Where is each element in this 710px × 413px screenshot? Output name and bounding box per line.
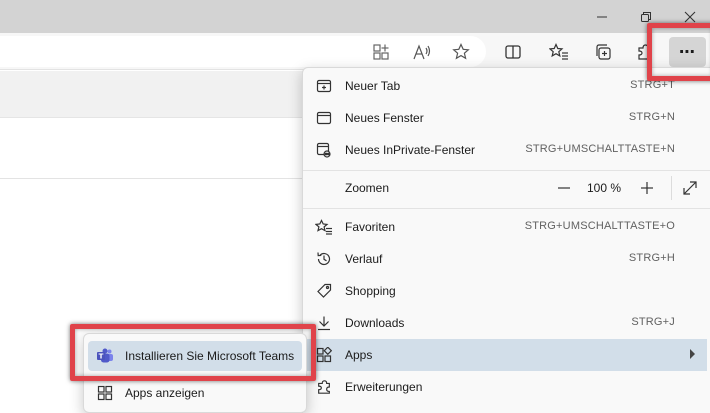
menu-item-label: Erweiterungen <box>345 380 423 394</box>
restore-icon[interactable] <box>626 4 666 30</box>
menu-item-shortcut: STRG+J <box>631 316 675 328</box>
menu-item-label: Neuer Tab <box>345 79 401 93</box>
page-divider <box>0 178 302 179</box>
menu-item-extensions[interactable]: Erweiterungen <box>303 371 710 403</box>
menu-item-label: Favoriten <box>345 220 396 234</box>
shopping-tag-icon <box>315 282 333 300</box>
menu-item-zoom: Zoomen 100 % <box>303 172 710 204</box>
zoom-out-button[interactable] <box>555 179 573 197</box>
submenu-item-view-apps[interactable]: Apps anzeigen <box>88 378 302 408</box>
menu-item-shortcut: STRG+N <box>628 111 675 123</box>
new-window-icon <box>315 109 333 127</box>
title-bar <box>0 0 710 33</box>
menu-item-shortcut: STRG+UMSCHALTTASTE+N <box>525 143 675 155</box>
menu-item-label: Apps <box>345 348 373 362</box>
submenu-item-label: Apps anzeigen <box>125 386 205 400</box>
extensions-icon <box>315 378 333 396</box>
menu-item-new-tab[interactable]: Neuer Tab STRG+T <box>303 70 710 102</box>
menu-item-label: Shopping <box>345 284 396 298</box>
minimize-icon[interactable] <box>582 4 622 30</box>
apps-grid-icon <box>96 384 114 402</box>
menu-item-label: Neues InPrivate-Fenster <box>345 143 476 157</box>
menu-item-shopping[interactable]: Shopping <box>303 275 710 307</box>
teams-icon: T <box>96 347 114 365</box>
zoom-in-button[interactable] <box>638 179 656 197</box>
close-icon[interactable] <box>670 4 710 30</box>
fullscreen-expand-icon[interactable] <box>681 179 699 197</box>
settings-and-more-button[interactable]: ⋯ <box>669 37 706 67</box>
menu-separator <box>303 170 710 171</box>
extensions-icon[interactable] <box>632 39 658 65</box>
menu-item-label: Downloads <box>345 316 405 330</box>
menu-item-shortcut: STRG+UMSCHALTTASTE+O <box>524 220 675 232</box>
zoom-divider <box>671 176 672 200</box>
menu-item-new-inprivate-window[interactable]: Neues InPrivate-Fenster STRG+UMSCHALTTAS… <box>303 134 710 166</box>
favorites-icon <box>315 218 333 236</box>
inprivate-window-icon <box>315 141 333 159</box>
browser-toolbar: ⋯ <box>0 33 710 70</box>
menu-item-apps[interactable]: Apps <box>305 339 707 371</box>
download-icon <box>315 314 333 332</box>
menu-item-shortcut: STRG+T <box>630 79 675 91</box>
menu-item-label: Neues Fenster <box>345 111 424 125</box>
menu-item-downloads[interactable]: Downloads STRG+J <box>303 307 710 339</box>
favorites-icon[interactable] <box>546 39 572 65</box>
settings-menu: Neuer Tab STRG+T Neues Fenster STRG+N Ne… <box>302 67 710 413</box>
collections-icon[interactable] <box>590 39 616 65</box>
favorite-star-icon[interactable] <box>448 39 474 65</box>
submenu-arrow-icon <box>690 349 695 359</box>
menu-item-history[interactable]: Verlauf STRG+H <box>303 243 710 275</box>
menu-item-favorites[interactable]: Favoriten STRG+UMSCHALTTASTE+O <box>303 211 710 243</box>
submenu-item-label: Installieren Sie Microsoft Teams <box>125 349 295 363</box>
apps-icon <box>315 346 333 364</box>
split-screen-icon[interactable] <box>500 39 526 65</box>
new-tab-icon <box>315 77 333 95</box>
svg-text:T: T <box>99 353 104 361</box>
app-available-icon[interactable] <box>368 39 394 65</box>
submenu-item-install-teams[interactable]: T Installieren Sie Microsoft Teams <box>88 341 302 371</box>
menu-item-label: Verlauf <box>345 252 383 266</box>
menu-item-new-window[interactable]: Neues Fenster STRG+N <box>303 102 710 134</box>
menu-item-label: Zoomen <box>345 181 390 195</box>
history-icon <box>315 250 333 268</box>
zoom-level: 100 % <box>587 181 622 195</box>
read-aloud-icon[interactable] <box>409 39 435 65</box>
apps-submenu: T Installieren Sie Microsoft Teams Apps … <box>83 333 307 413</box>
menu-item-shortcut: STRG+H <box>628 252 675 264</box>
menu-separator <box>303 208 710 209</box>
